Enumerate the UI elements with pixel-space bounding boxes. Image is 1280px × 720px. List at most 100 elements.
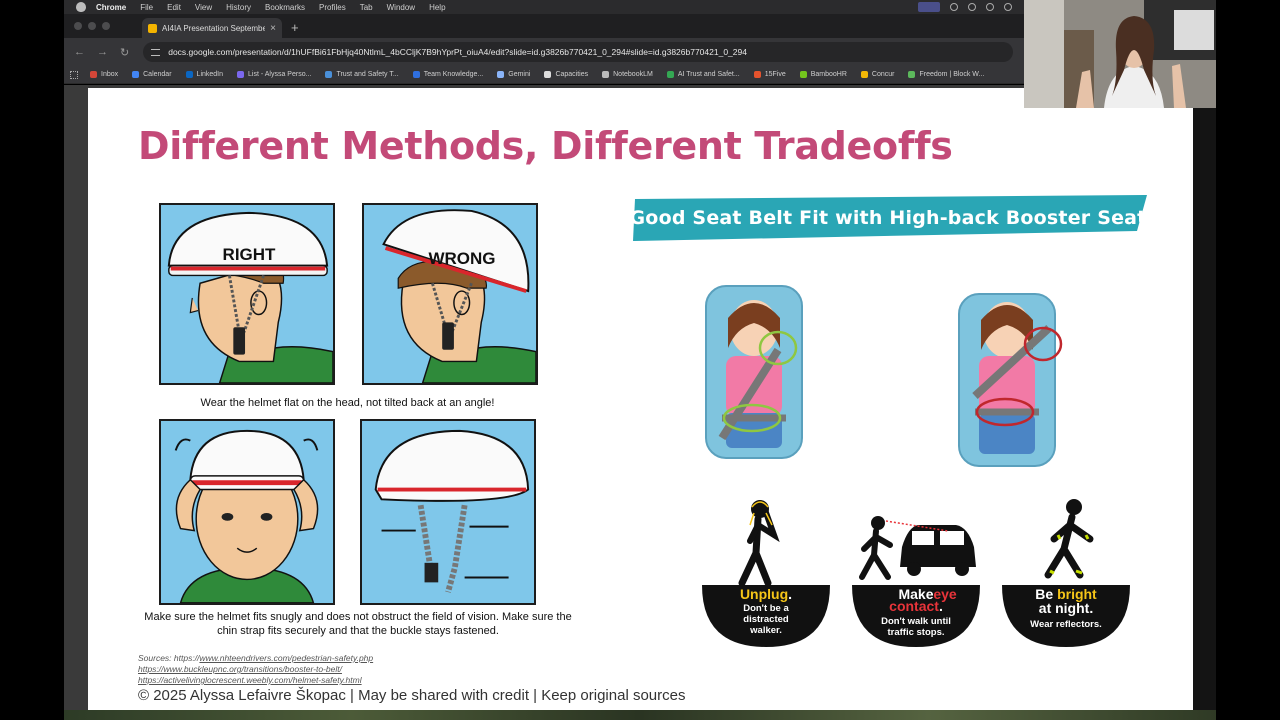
apps-grid-icon[interactable]: [70, 70, 78, 79]
screen-share-icon[interactable]: [918, 2, 940, 12]
unplug-detail-2: distracted: [743, 614, 789, 625]
bookmark-favicon-icon: [666, 71, 674, 78]
new-tab-button[interactable]: +: [282, 20, 299, 38]
bookmark-item[interactable]: AI Trust and Safet...: [666, 71, 740, 78]
helmet-caption-bottom: Make sure the helmet fits snugly and doe…: [144, 611, 572, 637]
helmet-front-panel: [159, 419, 335, 605]
helmet-right-panel: RIGHT: [159, 203, 335, 385]
bookmark-label: Capacities: [555, 71, 589, 78]
menu-file[interactable]: File: [140, 3, 153, 12]
bookmark-item[interactable]: Concur: [860, 71, 895, 78]
bookmark-favicon-icon: [237, 71, 245, 78]
bookmark-label: Inbox: [101, 71, 119, 78]
sources-list: Sources: https://www.nhteendrivers.com/p…: [138, 653, 373, 686]
menu-tray: [918, 2, 1024, 12]
bookmark-item[interactable]: 15Five: [753, 71, 786, 78]
bright-detail: Wear reflectors.: [1030, 619, 1102, 630]
bookmark-item[interactable]: Inbox: [90, 71, 118, 78]
zoom-window-button[interactable]: [102, 22, 110, 30]
bookmarks-bar: Inbox Calendar LinkedIn List - Alyssa Perso…: [64, 66, 1024, 84]
bookmark-favicon-icon: [908, 71, 916, 78]
site-settings-icon[interactable]: [151, 48, 161, 56]
browser-tab-active[interactable]: AI4IA Presentation September ×: [142, 18, 282, 38]
bookmark-item[interactable]: Calendar: [132, 71, 172, 78]
presenter-webcam: [1024, 0, 1216, 108]
source-link-1[interactable]: www.nhteendrivers.com/pedestrian-safety.…: [199, 653, 373, 663]
bookmark-label: NotebookLM: [613, 71, 653, 78]
minimize-window-button[interactable]: [88, 22, 96, 30]
bookmark-item[interactable]: List - Alyssa Perso...: [237, 71, 311, 78]
booster-seat-incorrect-illustration: [958, 293, 1063, 467]
bookmark-favicon-icon: [90, 71, 97, 78]
slides-icon: [148, 23, 157, 33]
bookmark-label: Freedom | Block W...: [919, 71, 985, 78]
reload-icon[interactable]: ↻: [120, 46, 129, 59]
bright-headline: Be bright: [1035, 586, 1097, 602]
browser-toolbar: ← → ↻ docs.google.com/presentation/d/1hU…: [64, 38, 1024, 66]
bookmark-item[interactable]: LinkedIn: [185, 71, 223, 78]
slide-title: Different Methods, Different Tradeoffs: [138, 124, 953, 168]
background-strip: [64, 710, 1216, 720]
menu-edit[interactable]: Edit: [167, 3, 181, 12]
eye-contact-line2: contact.: [889, 598, 943, 614]
helmet-wrong-panel: WRONG: [362, 203, 538, 385]
slide-footer: © 2025 Alyssa Lefaivre Škopac | May be s…: [138, 687, 686, 704]
booster-banner-text: Good Seat Belt Fit with High-back Booste…: [629, 207, 1147, 229]
helmet-caption-top: Wear the helmet flat on the head, not ti…: [200, 397, 495, 409]
status-icon[interactable]: [1004, 3, 1012, 11]
bookmark-item[interactable]: Team Knowledge...: [412, 71, 484, 78]
menu-view[interactable]: View: [195, 3, 212, 12]
address-bar[interactable]: docs.google.com/presentation/d/1hUFfBi61…: [143, 42, 1014, 62]
source-link-2[interactable]: https://www.buckleupnc.org/transitions/b…: [138, 664, 342, 674]
status-icon[interactable]: [986, 3, 994, 11]
bookmark-label: 15Five: [764, 71, 786, 78]
bright-line2: at night.: [1038, 600, 1094, 616]
close-window-button[interactable]: [74, 22, 82, 30]
booster-seat-correct: [692, 278, 816, 464]
pedestrian-tip-bright: Be bright at night. Wear reflectors.: [1002, 495, 1130, 655]
bookmark-item[interactable]: Gemini: [497, 71, 530, 78]
eye-contact-detail-1: Don't walk until: [881, 616, 951, 627]
bookmark-favicon-icon: [132, 71, 140, 78]
presenter-video-frame: [1024, 0, 1216, 108]
apple-icon[interactable]: [76, 2, 86, 12]
bookmark-item[interactable]: NotebookLM: [602, 71, 653, 78]
unplug-detail-1: Don't be a: [743, 603, 789, 614]
menu-chrome[interactable]: Chrome: [96, 3, 126, 12]
unplug-headline: Unplug.: [739, 586, 793, 602]
bookmark-item[interactable]: BambooHR: [799, 71, 847, 78]
bookmark-label: AI Trust and Safet...: [677, 71, 740, 78]
bookmark-label: Team Knowledge...: [423, 71, 484, 78]
booster-seat-correct-illustration: [705, 285, 803, 459]
helmet-front-illustration: [174, 429, 319, 603]
status-icon[interactable]: [950, 3, 958, 11]
menu-window[interactable]: Window: [387, 3, 415, 12]
bookmark-favicon-icon: [412, 71, 420, 78]
helmet-right-label: RIGHT: [222, 245, 276, 264]
menu-profiles[interactable]: Profiles: [319, 3, 346, 12]
bookmark-favicon-icon: [325, 71, 333, 78]
bookmark-label: BambooHR: [810, 71, 847, 78]
bookmark-favicon-icon: [799, 71, 807, 78]
bookmark-label: List - Alyssa Perso...: [248, 71, 312, 78]
bookmark-item[interactable]: Capacities: [544, 71, 588, 78]
helmet-wrong-label: WRONG: [428, 249, 496, 268]
helmet-right-illustration: [167, 211, 333, 383]
menu-history[interactable]: History: [226, 3, 251, 12]
screen: Chrome File Edit View History Bookmarks …: [0, 0, 1280, 720]
eye-contact-detail-2: traffic stops.: [887, 627, 945, 638]
menu-bookmarks[interactable]: Bookmarks: [265, 3, 305, 12]
menu-help[interactable]: Help: [429, 3, 445, 12]
tab-title: AI4IA Presentation September: [162, 23, 266, 33]
bookmark-item[interactable]: Freedom | Block W...: [908, 71, 984, 78]
menu-tab[interactable]: Tab: [360, 3, 373, 12]
bookmark-label: Concur: [871, 71, 895, 78]
source-link-3[interactable]: https://activelivinglocrescent.weebly.co…: [138, 675, 362, 685]
bookmark-item[interactable]: Trust and Safety T...: [325, 71, 399, 78]
status-icon[interactable]: [968, 3, 976, 11]
back-icon[interactable]: ←: [74, 46, 85, 59]
close-tab-icon[interactable]: ×: [270, 23, 276, 34]
window-controls: [64, 22, 120, 38]
url-text: docs.google.com/presentation/d/1hUFfBi61…: [168, 47, 747, 57]
forward-icon[interactable]: →: [97, 46, 108, 59]
